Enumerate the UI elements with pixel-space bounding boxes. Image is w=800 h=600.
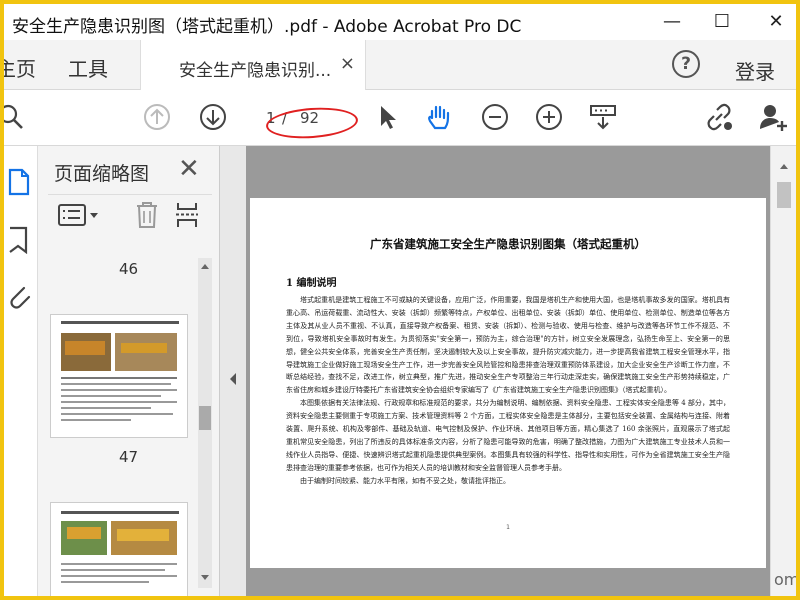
thumbnail-page-number-46: 46 xyxy=(118,260,139,278)
document-tab-label: 安全生产隐患识别... xyxy=(179,61,332,81)
menu-bar: 主页 工具 安全生产隐患识别... × ? 登录 xyxy=(4,40,796,91)
thumbnail-page-number-47: 47 xyxy=(118,448,139,466)
toolbar: 1 / 92 xyxy=(4,90,796,146)
previous-page-icon[interactable] xyxy=(142,102,172,132)
paragraph-1: 塔式起重机是建筑工程施工不可或缺的关键设备，应用广泛，作用重要，我国是塔机生产和… xyxy=(286,296,730,395)
zoom-out-icon[interactable] xyxy=(480,102,510,132)
panel-toolbar xyxy=(48,194,212,232)
page-footer-number: 1 xyxy=(506,524,510,531)
document-scrollbar[interactable] xyxy=(770,146,796,596)
page-thumbnails-panel: 页面缩略图 ✕ 46 47 xyxy=(38,146,220,596)
thumbnail-page-46[interactable] xyxy=(50,314,188,438)
trash-icon[interactable] xyxy=(134,201,160,229)
paragraph-3: 由于编制时间较紧、能力水平有限，如有不妥之处，敬请批评指正。 xyxy=(300,476,510,485)
paragraph-2: 本图集依据有关法律法规、行政规章和标准规范的要求，共分为编制说明、编制依据、资料… xyxy=(286,399,730,472)
attachment-icon[interactable] xyxy=(6,282,32,310)
options-menu-icon[interactable] xyxy=(58,203,100,227)
doc-scroll-up-icon[interactable] xyxy=(779,162,789,170)
zoom-in-icon[interactable] xyxy=(534,102,564,132)
watermark: om xyxy=(774,570,796,589)
document-heading: 广东省建筑施工安全生产隐患识别图集（塔式起重机） xyxy=(370,237,646,251)
thumbnail-scroll-thumb[interactable] xyxy=(199,406,211,430)
hand-tool-icon[interactable] xyxy=(424,102,454,132)
section-heading: 1 编制说明 xyxy=(286,278,337,289)
scroll-up-icon[interactable] xyxy=(200,262,210,270)
page-thumbnails-icon[interactable] xyxy=(6,168,32,196)
share-link-icon[interactable] xyxy=(704,102,734,132)
tools-tab[interactable]: 工具 xyxy=(68,53,108,82)
collapse-panel-icon[interactable] xyxy=(228,372,238,386)
select-cursor-icon[interactable] xyxy=(372,102,402,132)
panel-title: 页面缩略图 xyxy=(54,163,150,185)
document-tab[interactable]: 安全生产隐患识别... × xyxy=(140,40,366,91)
panel-close-icon[interactable]: ✕ xyxy=(178,154,200,184)
thumbnail-47-image xyxy=(51,503,187,596)
scroll-down-icon[interactable] xyxy=(200,574,210,582)
thumbnail-46-image xyxy=(51,315,187,437)
document-body: 塔式起重机是建筑工程施工不可或缺的关键设备，应用广泛，作用重要，我国是塔机生产和… xyxy=(286,294,730,488)
search-icon[interactable] xyxy=(4,102,28,132)
pdf-page: 广东省建筑施工安全生产隐患识别图集（塔式起重机） 1 编制说明 塔式起重机是建筑… xyxy=(250,198,766,568)
help-icon[interactable]: ? xyxy=(672,50,700,78)
navigation-rail xyxy=(4,146,38,596)
extract-pages-icon[interactable] xyxy=(174,201,200,229)
title-bar: 安全生产隐患识别图（塔式起重机）.pdf - Adobe Acrobat Pro… xyxy=(4,4,796,40)
acrobat-window: 安全生产隐患识别图（塔式起重机）.pdf - Adobe Acrobat Pro… xyxy=(4,4,796,596)
document-tab-close-icon[interactable]: × xyxy=(340,53,355,74)
window-title: 安全生产隐患识别图（塔式起重机）.pdf - Adobe Acrobat Pro… xyxy=(12,17,522,37)
close-window-button[interactable]: ✕ xyxy=(764,10,788,34)
home-tab[interactable]: 主页 xyxy=(4,53,36,82)
login-button[interactable]: 登录 xyxy=(735,56,775,85)
maximize-button[interactable]: ☐ xyxy=(710,10,734,34)
add-user-icon[interactable] xyxy=(758,102,788,132)
document-view[interactable]: 广东省建筑施工安全生产隐患识别图集（塔式起重机） 1 编制说明 塔式起重机是建筑… xyxy=(246,146,770,596)
thumbnail-page-47[interactable] xyxy=(50,502,188,596)
next-page-icon[interactable] xyxy=(198,102,228,132)
thumbnail-scrollbar[interactable] xyxy=(198,258,212,588)
document-scroll-thumb[interactable] xyxy=(777,182,791,208)
minimize-button[interactable]: — xyxy=(660,10,684,34)
bookmark-icon[interactable] xyxy=(6,226,32,254)
fit-page-icon[interactable] xyxy=(588,102,618,132)
panel-splitter[interactable] xyxy=(220,146,246,596)
